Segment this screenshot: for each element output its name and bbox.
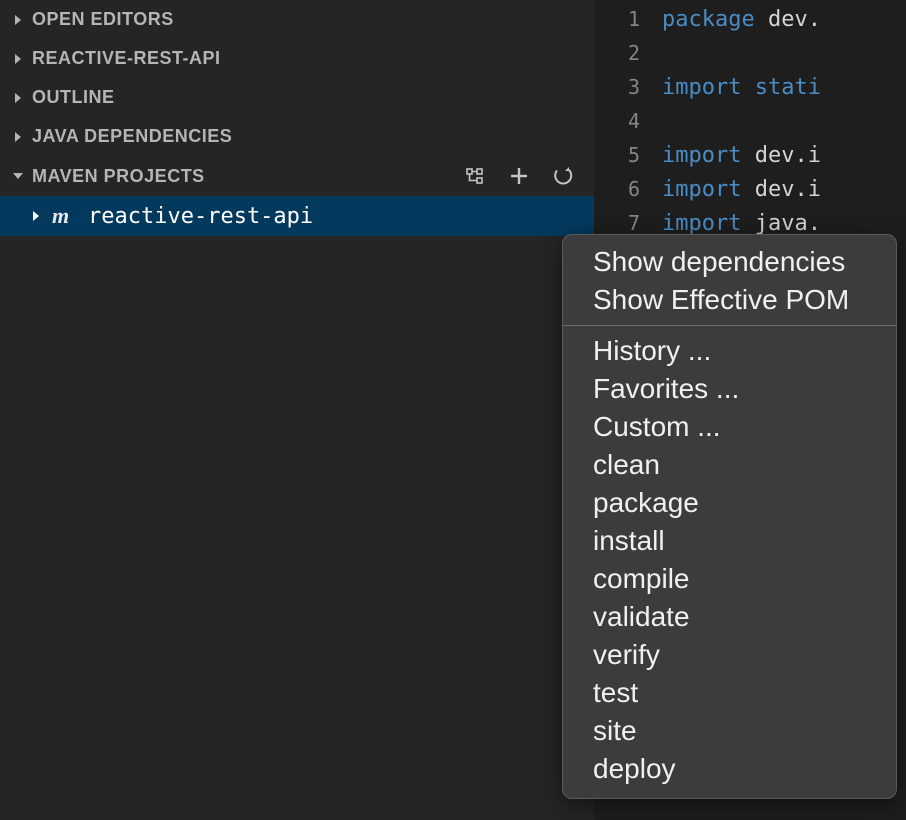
- maven-context-menu: Show dependencies Show Effective POM His…: [562, 234, 897, 799]
- chevron-right-icon: [12, 53, 32, 65]
- chevron-right-icon: [12, 14, 32, 26]
- line-number: 1: [594, 7, 662, 31]
- section-label: MAVEN PROJECTS: [32, 166, 464, 187]
- line-content: import dev.i: [662, 177, 821, 202]
- code-line[interactable]: 1package dev.: [594, 2, 906, 36]
- menu-favorites[interactable]: Favorites ...: [563, 370, 896, 408]
- maven-project-item[interactable]: m reactive-rest-api: [0, 196, 594, 236]
- line-number: 3: [594, 75, 662, 99]
- menu-custom[interactable]: Custom ...: [563, 408, 896, 446]
- section-label: REACTIVE-REST-API: [32, 48, 582, 69]
- menu-install[interactable]: install: [563, 522, 896, 560]
- section-label: JAVA DEPENDENCIES: [32, 126, 582, 147]
- code-line[interactable]: 3import stati: [594, 70, 906, 104]
- menu-show-dependencies[interactable]: Show dependencies: [563, 243, 896, 281]
- section-label: OPEN EDITORS: [32, 9, 582, 30]
- maven-icon: m: [52, 203, 82, 229]
- code-line[interactable]: 5import dev.i: [594, 138, 906, 172]
- plus-icon[interactable]: [508, 165, 530, 187]
- line-content: import stati: [662, 75, 821, 100]
- section-maven-projects[interactable]: MAVEN PROJECTS: [0, 156, 594, 196]
- menu-package[interactable]: package: [563, 484, 896, 522]
- section-java-dependencies[interactable]: JAVA DEPENDENCIES: [0, 117, 594, 156]
- chevron-down-icon: [12, 170, 32, 182]
- line-number: 6: [594, 177, 662, 201]
- section-label: OUTLINE: [32, 87, 582, 108]
- menu-compile[interactable]: compile: [563, 560, 896, 598]
- menu-clean[interactable]: clean: [563, 446, 896, 484]
- line-content: import java.: [662, 211, 821, 236]
- chevron-right-icon: [30, 210, 52, 222]
- line-number: 5: [594, 143, 662, 167]
- menu-test[interactable]: test: [563, 674, 896, 712]
- menu-separator: [563, 325, 896, 326]
- menu-verify[interactable]: verify: [563, 636, 896, 674]
- line-number: 4: [594, 109, 662, 133]
- section-open-editors[interactable]: OPEN EDITORS: [0, 0, 594, 39]
- maven-project-label: reactive-rest-api: [88, 204, 313, 229]
- code-line[interactable]: 2: [594, 36, 906, 70]
- explorer-sidebar: OPEN EDITORS REACTIVE-REST-API OUTLINE J…: [0, 0, 594, 820]
- code-line[interactable]: 4: [594, 104, 906, 138]
- menu-history[interactable]: History ...: [563, 332, 896, 370]
- maven-section-actions: [464, 165, 582, 187]
- line-number: 2: [594, 41, 662, 65]
- chevron-right-icon: [12, 131, 32, 143]
- menu-show-effective-pom[interactable]: Show Effective POM: [563, 281, 896, 319]
- refresh-icon[interactable]: [552, 165, 574, 187]
- menu-deploy[interactable]: deploy: [563, 750, 896, 788]
- menu-validate[interactable]: validate: [563, 598, 896, 636]
- menu-site[interactable]: site: [563, 712, 896, 750]
- section-outline[interactable]: OUTLINE: [0, 78, 594, 117]
- chevron-right-icon: [12, 92, 32, 104]
- line-number: 7: [594, 211, 662, 235]
- line-content: import dev.i: [662, 143, 821, 168]
- section-project-root[interactable]: REACTIVE-REST-API: [0, 39, 594, 78]
- line-content: package dev.: [662, 7, 821, 32]
- code-line[interactable]: 6import dev.i: [594, 172, 906, 206]
- tree-view-icon[interactable]: [464, 165, 486, 187]
